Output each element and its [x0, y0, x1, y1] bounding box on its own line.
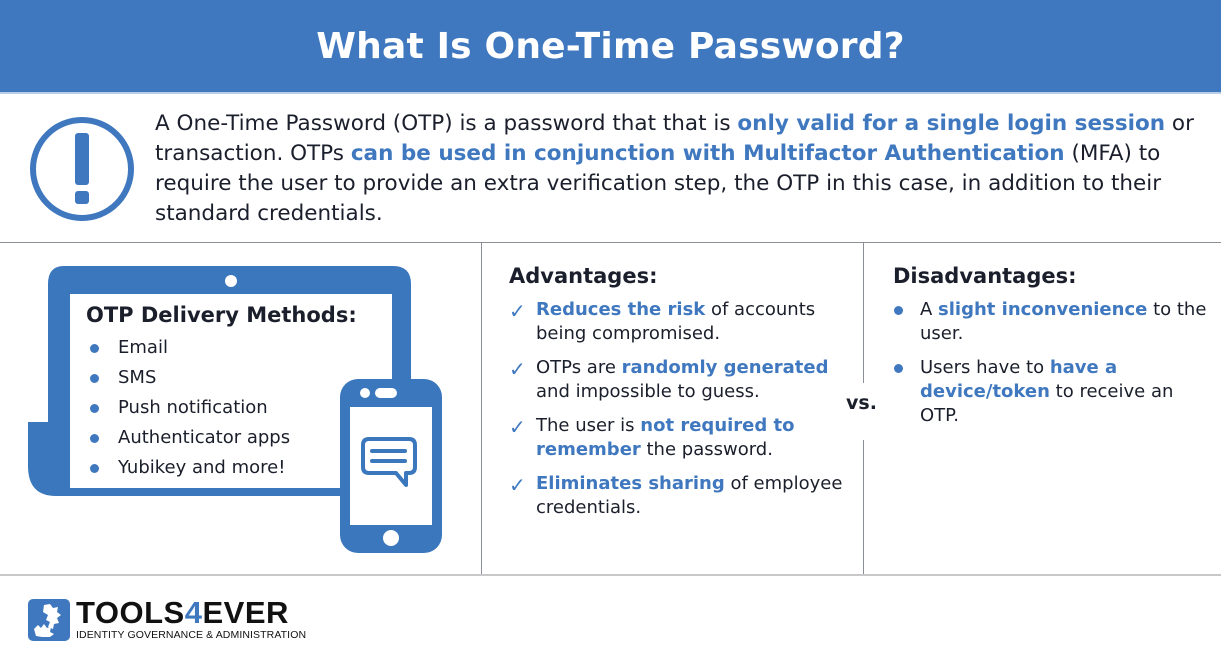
list-item-label: Yubikey and more! — [118, 457, 286, 478]
disadvantages-title: Disadvantages: — [893, 264, 1077, 288]
checkmark-icon: ✓ — [509, 415, 526, 439]
exclamation-circle-icon — [30, 117, 134, 221]
bullet-icon — [894, 364, 903, 373]
divider-vertical-left — [481, 242, 482, 574]
otp-delivery-title: OTP Delivery Methods: — [86, 303, 357, 327]
highlight-text: Reduces the risk — [536, 299, 706, 320]
divider-bottom — [0, 574, 1221, 576]
list-item: A slight inconvenience to the user. — [893, 298, 1213, 346]
disadvantages-list: A slight inconvenience to the user. User… — [893, 298, 1213, 428]
intro-highlight: can be used in conjunction with Multifac… — [350, 141, 1065, 166]
divider-vertical-right-upper — [863, 242, 864, 383]
advantages-list: ✓ Reduces the risk of accounts being com… — [509, 298, 849, 520]
list-item: Push notification — [86, 393, 376, 423]
divider-vertical-right-lower — [863, 440, 864, 574]
body-text: the password. — [640, 439, 773, 460]
tools4ever-logo-icon — [28, 598, 70, 641]
list-item: ✓ Reduces the risk of accounts being com… — [509, 298, 849, 346]
highlight-text: slight inconvenience — [938, 299, 1148, 320]
body-text: OTPs are — [536, 357, 622, 378]
otp-delivery-methods: OTP Delivery Methods: Email SMS Push not… — [86, 303, 376, 483]
disadvantages-section: Disadvantages: A slight inconvenience to… — [893, 264, 1213, 438]
body-text: The user is — [536, 415, 641, 436]
advantages-section: Advantages: ✓ Reduces the risk of accoun… — [509, 264, 849, 530]
list-item-label: Email — [118, 337, 168, 358]
versus-label: vs. — [846, 392, 877, 414]
checkmark-icon: ✓ — [509, 473, 526, 497]
bullet-icon — [90, 434, 99, 443]
body-text: A — [920, 299, 939, 320]
highlight-text: randomly generated — [621, 357, 829, 378]
intro-highlight: only valid for a single login session — [737, 111, 1166, 136]
checkmark-icon: ✓ — [509, 299, 526, 323]
bullet-icon — [90, 404, 99, 413]
brand-name: TOOLS4EVER — [76, 595, 306, 630]
page-title: What Is One-Time Password? — [316, 25, 905, 67]
list-item: ✓ Eliminates sharing of employee credent… — [509, 472, 849, 520]
list-item-label: Authenticator apps — [118, 427, 291, 448]
list-item: ✓ The user is not required to remember t… — [509, 414, 849, 462]
divider-top — [0, 242, 1221, 243]
list-item: Authenticator apps — [86, 423, 376, 453]
body-text: Users have to — [920, 357, 1050, 378]
list-item: Yubikey and more! — [86, 453, 376, 483]
tools4ever-logo: TOOLS4EVER IDENTITY GOVERNANCE & ADMINIS… — [28, 595, 307, 641]
brand-name-number: 4 — [184, 595, 203, 630]
list-item: ✓ OTPs are randomly generated and imposs… — [509, 356, 849, 404]
bullet-icon — [894, 306, 903, 315]
checkmark-icon: ✓ — [509, 357, 526, 381]
list-item: Email — [86, 333, 376, 363]
list-item-label: Push notification — [118, 397, 268, 418]
logo-text: TOOLS4EVER IDENTITY GOVERNANCE & ADMINIS… — [76, 595, 307, 641]
brand-tagline: IDENTITY GOVERNANCE & ADMINISTRATION — [76, 629, 307, 641]
brand-name-part: EVER — [202, 595, 289, 630]
header-banner: What Is One-Time Password? — [0, 0, 1221, 94]
intro-paragraph: A One-Time Password (OTP) is a password … — [155, 109, 1195, 229]
bullet-icon — [90, 464, 99, 473]
highlight-text: Eliminates sharing — [536, 473, 725, 494]
body-text: and impossible to guess. — [536, 381, 760, 402]
intro-text: A One-Time Password (OTP) is a password … — [155, 111, 738, 136]
otp-delivery-list: Email SMS Push notification Authenticato… — [86, 333, 376, 483]
bullet-icon — [90, 344, 99, 353]
advantages-title: Advantages: — [509, 264, 658, 288]
list-item-label: SMS — [118, 367, 157, 388]
bullet-icon — [90, 374, 99, 383]
list-item: Users have to have a device/token to rec… — [893, 356, 1213, 428]
list-item: SMS — [86, 363, 376, 393]
brand-name-part: TOOLS — [76, 595, 185, 630]
